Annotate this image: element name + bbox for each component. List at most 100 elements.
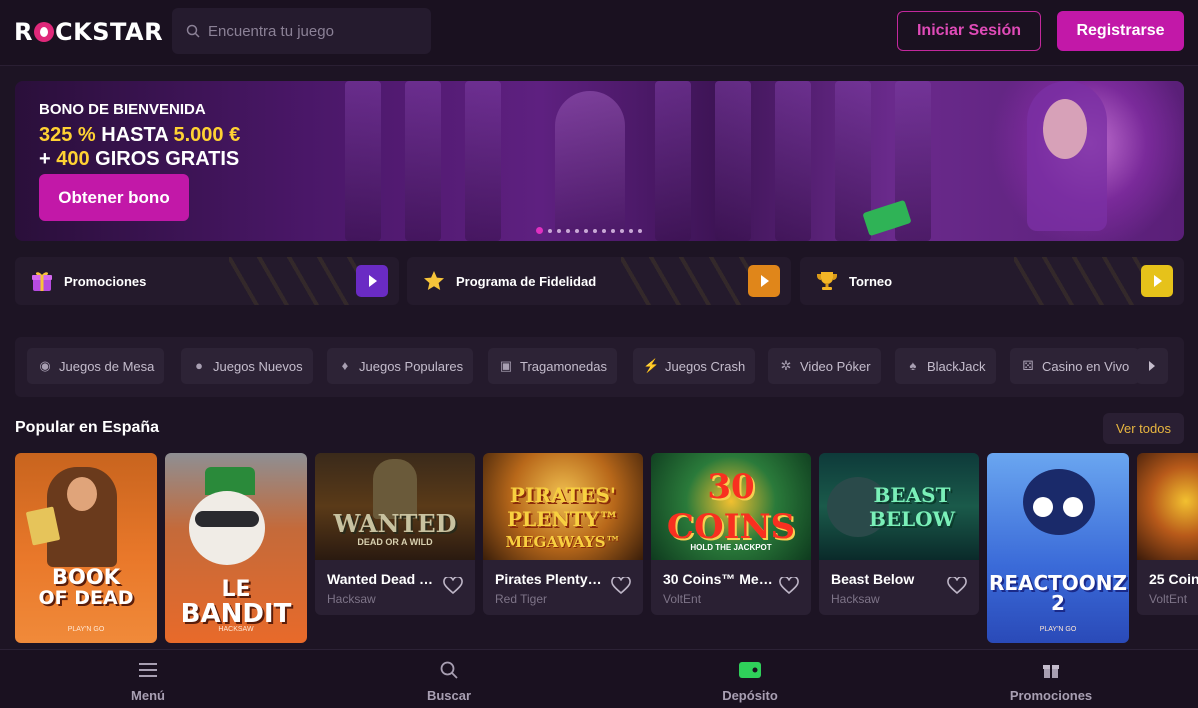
lightning-icon: ⚡ [643,358,660,373]
slot-machine-art [345,81,381,241]
game-thumbnail [1137,453,1198,560]
logo-lips-icon [33,22,54,42]
carousel-dot[interactable] [584,228,588,233]
feature-label: Programa de Fidelidad [456,273,597,289]
arrow-right-icon[interactable] [748,265,780,297]
table-games-icon: ◉ [39,358,51,373]
nav-search[interactable]: Buscar [369,650,529,708]
game-card-book-of-dead[interactable]: BOOK OF DEAD PLAY'N GO [15,453,157,643]
carousel-dot[interactable] [536,227,543,234]
register-button[interactable]: Registrarse [1057,11,1184,51]
welcome-bonus-banner[interactable]: BONO DE BIENVENIDA 325 % HASTA 5.000 € +… [15,81,1184,241]
game-thumbnail: REACTOONZ 2 PLAY'N GO [987,453,1129,643]
carousel-dot[interactable] [602,228,606,233]
favorite-heart-icon[interactable] [443,577,463,595]
carousel-dot[interactable] [566,228,570,233]
game-card-le-bandit[interactable]: LE BANDIT HACKSAW [165,453,307,643]
game-provider: Red Tiger [495,592,548,606]
banner-kicker: BONO DE BIENVENIDA [39,101,206,118]
nav-menu[interactable]: Menú [68,650,228,708]
category-scroll-right-button[interactable] [1136,348,1168,384]
game-card-30-coins[interactable]: 30 COINS HOLD THE JACKPOT 30 Coins™ Mega… [651,453,811,615]
search-box[interactable] [172,8,431,54]
wallet-icon [738,660,762,680]
game-thumbnail: BEAST BELOW [819,453,979,560]
game-thumbnail: BOOK OF DEAD PLAY'N GO [15,453,157,643]
menu-icon [136,660,160,680]
category-live-casino[interactable]: ⚄ Casino en Vivo [1010,348,1140,384]
category-crash-games[interactable]: ⚡ Juegos Crash [633,348,756,384]
category-slots[interactable]: ▣ Tragamonedas [488,348,617,384]
feature-card-loyalty[interactable]: Programa de Fidelidad [407,257,791,305]
archway-art [555,91,625,231]
game-thumbnail: WANTED DEAD OR A WILD [315,453,475,560]
category-popular-games[interactable]: ♦ Juegos Populares [327,348,474,384]
favorite-heart-icon[interactable] [947,577,967,595]
carousel-dot[interactable] [620,228,624,233]
game-card-reactoonz-2[interactable]: REACTOONZ 2 PLAY'N GO [987,453,1129,643]
cards-icon: ♠ [909,358,917,373]
rockstar-logo[interactable]: R CKSTAR [14,18,163,46]
category-table-games[interactable]: ◉ Juegos de Mesa [27,348,165,384]
see-all-button[interactable]: Ver todos [1103,413,1184,444]
game-thumbnail: 30 COINS HOLD THE JACKPOT [651,453,811,560]
new-icon: ● [195,358,203,373]
star-icon [421,268,447,294]
section-title: Popular en España [15,419,160,436]
game-provider: VoltEnt [663,592,702,606]
gift-icon [29,268,55,294]
game-provider: Hacksaw [831,592,880,606]
game-card-beast-below[interactable]: BEAST BELOW Beast Below Hacksaw [819,453,979,615]
category-blackjack[interactable]: ♠ BlackJack [895,348,996,384]
carousel-dot[interactable] [638,228,642,233]
nav-promotions[interactable]: Promociones [971,650,1131,708]
slot-machine-art [405,81,441,241]
flame-icon: ♦ [341,358,349,373]
game-title: Beast Below [831,571,915,587]
game-provider: Hacksaw [327,592,376,606]
search-input[interactable] [208,22,418,40]
game-card-pirates-plenty[interactable]: PIRATES' PLENTY™ MEGAWAYS™ Pirates Plent… [483,453,643,615]
category-new-games[interactable]: ● Juegos Nuevos [181,348,313,384]
poker-chip-icon: ✲ [780,358,792,373]
banner-offer-line-2: + 400 GIROS GRATIS [39,148,240,170]
login-button[interactable]: Iniciar Sesión [897,11,1041,51]
search-icon [437,660,461,680]
favorite-heart-icon[interactable] [611,577,631,595]
game-title: Pirates Plenty Megaways [495,571,605,587]
game-title: 30 Coins™ Megaways [663,571,773,587]
feature-card-promotions[interactable]: Promociones [15,257,399,305]
trophy-icon [814,268,840,294]
arrow-right-icon[interactable] [356,265,388,297]
game-thumbnail: LE BANDIT HACKSAW [165,453,307,643]
gift-icon [1039,660,1063,680]
carousel-dot[interactable] [575,228,579,233]
bottom-navigation: Menú Buscar Depósito Promociones [0,649,1198,708]
slot-machine-art [715,81,751,241]
carousel-dot[interactable] [557,228,561,233]
hero-character-face [1043,99,1087,159]
feature-card-tournament[interactable]: Torneo [800,257,1184,305]
game-title: Wanted Dead or a Wild [327,571,437,587]
carousel-dot[interactable] [548,228,552,233]
feature-label: Promociones [64,273,147,289]
game-thumbnail: PIRATES' PLENTY™ MEGAWAYS™ [483,453,643,560]
game-card-25-coins[interactable]: 25 Coins VoltEnt [1137,453,1198,615]
favorite-heart-icon[interactable] [779,577,799,595]
carousel-dot[interactable] [593,228,597,233]
raccoon-character-art [189,491,265,565]
header: RCKSTAR Iniciar Sesión Registrarse [0,0,1198,66]
dice-icon: ⚄ [1022,358,1034,373]
carousel-dot[interactable] [629,228,633,233]
game-title: 25 Coins [1149,571,1198,587]
carousel-dot[interactable] [611,228,615,233]
category-video-poker[interactable]: ✲ Video Póker [768,348,881,384]
slot-machine-art [655,81,691,241]
nav-deposit[interactable]: Depósito [670,650,830,708]
slot-machine-art [775,81,811,241]
get-bonus-button[interactable]: Obtener bono [39,174,189,221]
chevron-right-icon [1149,361,1155,371]
game-card-wanted[interactable]: WANTED DEAD OR A WILD Wanted Dead or a W… [315,453,475,615]
slot-icon: ▣ [499,358,513,373]
arrow-right-icon[interactable] [1141,265,1173,297]
